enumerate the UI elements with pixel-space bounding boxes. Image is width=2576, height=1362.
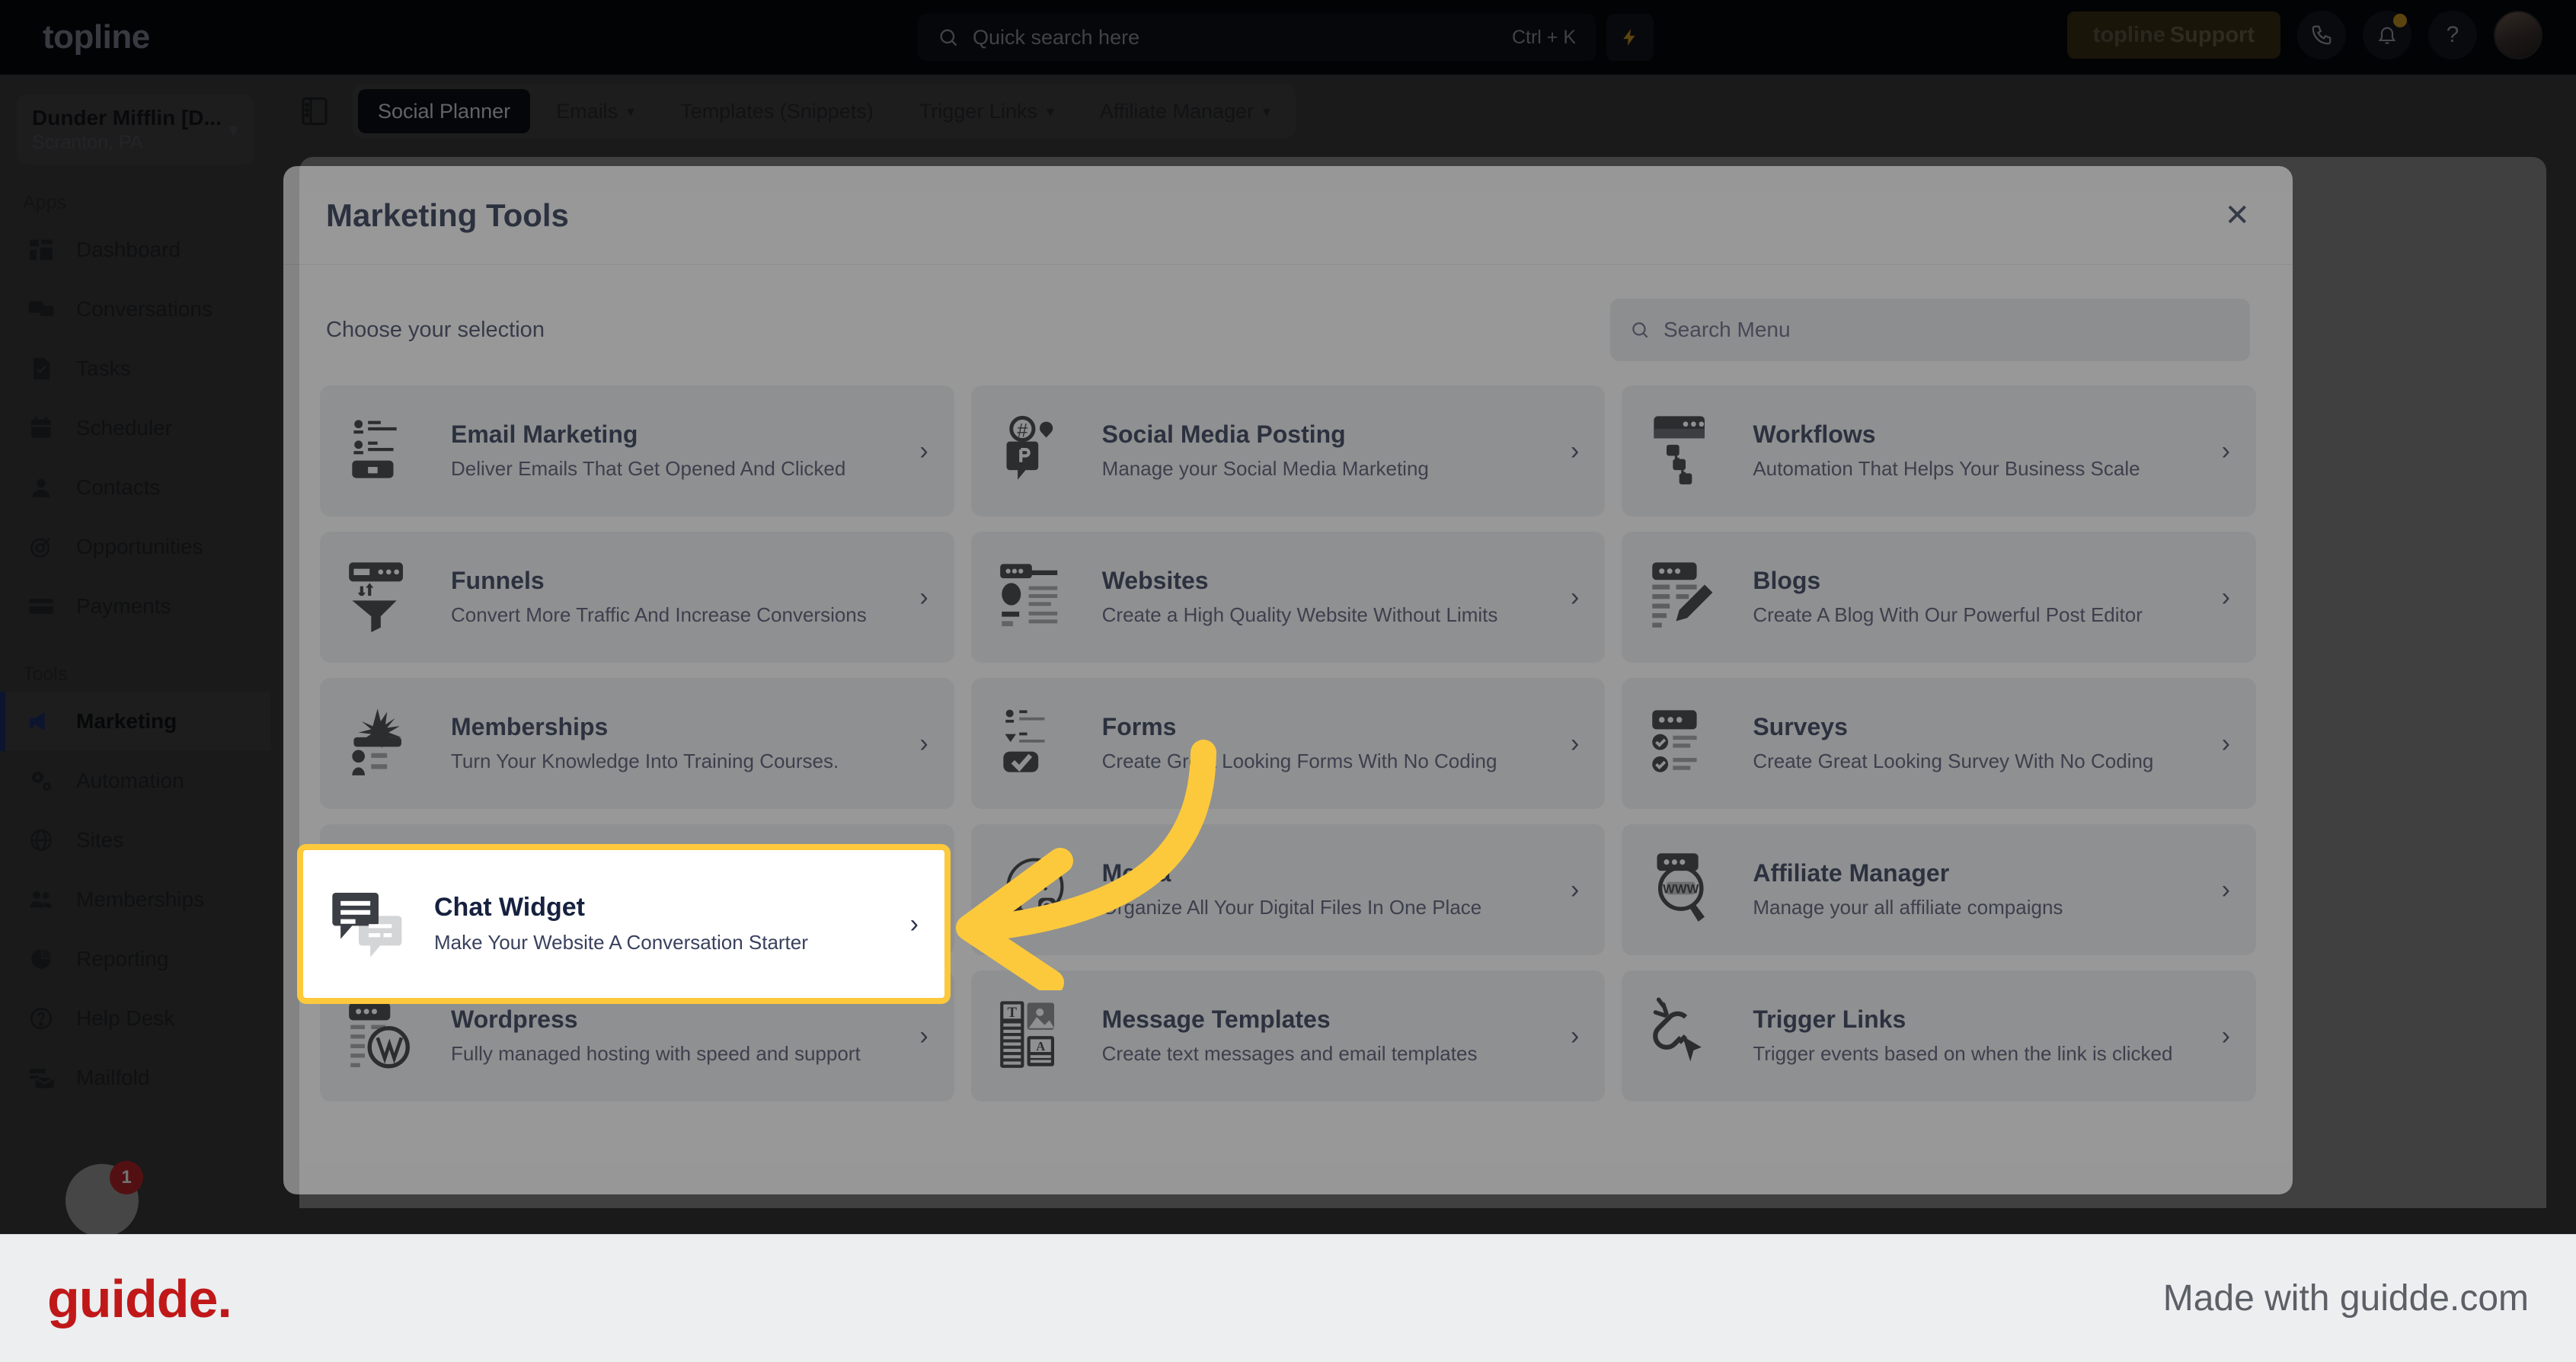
card-desc: Create text messages and email templates [1101, 1041, 1478, 1065]
tool-card-blogs[interactable]: Blogs Create A Blog With Our Powerful Po… [1622, 532, 2256, 663]
footer: guidde. Made with guidde.com [0, 1234, 2576, 1362]
card-desc: Manage your Social Media Marketing [1101, 456, 1429, 480]
tool-card-websites[interactable]: Websites Create a High Quality Website W… [970, 532, 1606, 663]
card-title: Memberships [451, 712, 609, 740]
card-title: Chat Widget [434, 892, 586, 922]
modal-header: Marketing Tools ✕ [283, 166, 2293, 265]
page-title: Marketing Tools [326, 197, 569, 233]
website-icon [997, 556, 1079, 638]
made-with-label: Made with guidde.com [2162, 1278, 2529, 1319]
tool-card-social-media-posting[interactable]: # Social Media Posting Manage your Socia… [970, 385, 1606, 516]
chevron-right-icon: › [2221, 728, 2230, 758]
card-desc: Convert More Traffic And Increase Conver… [451, 603, 867, 626]
card-title: Email Marketing [451, 420, 638, 448]
wordpress-icon [346, 995, 428, 1077]
chevron-right-icon: › [919, 582, 928, 612]
memberships-icon [346, 702, 428, 785]
choose-selection-label: Choose your selection [326, 317, 545, 342]
search-menu-placeholder: Search Menu [1664, 318, 1791, 341]
close-icon[interactable]: ✕ [2224, 200, 2250, 231]
trigger-links-icon [1648, 995, 1730, 1077]
card-desc: Deliver Emails That Get Opened And Click… [451, 456, 846, 480]
chevron-right-icon: › [919, 436, 928, 465]
chevron-right-icon: › [919, 1021, 928, 1050]
modal-subheader: Choose your selection Search Menu [283, 265, 2293, 361]
svg-text:T: T [1007, 1005, 1017, 1021]
blog-pencil-icon [1648, 556, 1730, 638]
tool-card-trigger-links[interactable]: Trigger Links Trigger events based on wh… [1622, 970, 2256, 1101]
card-title: Surveys [1753, 712, 1848, 740]
search-menu-input[interactable]: Search Menu [1610, 299, 2250, 361]
guidde-logo: guidde. [47, 1268, 232, 1328]
affiliate-icon: WWW [1648, 849, 1730, 931]
chevron-right-icon: › [1571, 728, 1580, 758]
card-title: Affiliate Manager [1753, 858, 1950, 887]
card-desc: Automation That Helps Your Business Scal… [1753, 456, 2140, 480]
card-title: Trigger Links [1753, 1005, 1906, 1033]
tool-card-memberships[interactable]: Memberships Turn Your Knowledge Into Tra… [320, 678, 954, 809]
chevron-right-icon: › [1571, 874, 1580, 904]
card-desc: Trigger events based on when the link is… [1753, 1041, 2173, 1065]
card-title: Wordpress [451, 1005, 578, 1033]
message-templates-icon: TA [997, 995, 1079, 1077]
svg-text:A: A [1036, 1039, 1045, 1053]
tool-card-workflows[interactable]: Workflows Automation That Helps Your Bus… [1622, 385, 2256, 516]
highlighted-tool-card-chat-widget[interactable]: Chat Widget Make Your Website A Conversa… [297, 844, 951, 1004]
chevron-right-icon: › [1571, 582, 1580, 612]
card-desc: Make Your Website A Conversation Starter [434, 930, 808, 954]
surveys-icon [1648, 702, 1730, 785]
search-icon [1632, 322, 1648, 338]
annotation-arrow [899, 731, 1219, 996]
card-desc: Turn Your Knowledge Into Training Course… [451, 749, 839, 772]
chevron-right-icon: › [1571, 436, 1580, 465]
card-title: Funnels [451, 566, 545, 594]
card-desc: Fully managed hosting with speed and sup… [451, 1041, 861, 1065]
tool-card-email-marketing[interactable]: Email Marketing Deliver Emails That Get … [320, 385, 954, 516]
marketing-tools-modal: Marketing Tools ✕ Choose your selection … [283, 166, 2293, 1194]
email-marketing-icon [346, 410, 428, 492]
tool-card-funnels[interactable]: Funnels Convert More Traffic And Increas… [320, 532, 954, 663]
card-desc: Create A Blog With Our Powerful Post Edi… [1753, 603, 2143, 626]
arrow-left-icon [956, 740, 1216, 996]
funnel-icon [346, 556, 428, 638]
chat-widget-icon [329, 883, 411, 965]
chevron-right-icon: › [2221, 582, 2230, 612]
tool-card-surveys[interactable]: Surveys Create Great Looking Survey With… [1622, 678, 2256, 809]
card-title: Workflows [1753, 420, 1876, 448]
card-title: Blogs [1753, 566, 1821, 594]
card-desc: Create Great Looking Survey With No Codi… [1753, 749, 2154, 772]
chevron-right-icon: › [2221, 1021, 2230, 1050]
tool-card-affiliate-manager[interactable]: WWW Affiliate Manager Manage your all af… [1622, 824, 2256, 955]
social-media-icon: # [997, 410, 1079, 492]
svg-text:WWW: WWW [1663, 881, 1699, 896]
card-title: Websites [1101, 566, 1209, 594]
chevron-right-icon: › [2221, 874, 2230, 904]
card-title: Message Templates [1101, 1005, 1331, 1033]
card-desc: Manage your all affiliate compaigns [1753, 895, 2063, 919]
workflows-icon [1648, 410, 1730, 492]
svg-text:#: # [1017, 420, 1028, 441]
chevron-right-icon: › [2221, 436, 2230, 465]
card-title: Social Media Posting [1101, 420, 1346, 448]
card-desc: Create a High Quality Website Without Li… [1101, 603, 1498, 626]
chevron-right-icon: › [1571, 1021, 1580, 1050]
app-root: topline Quick search here Ctrl + K topli… [0, 0, 2576, 1362]
